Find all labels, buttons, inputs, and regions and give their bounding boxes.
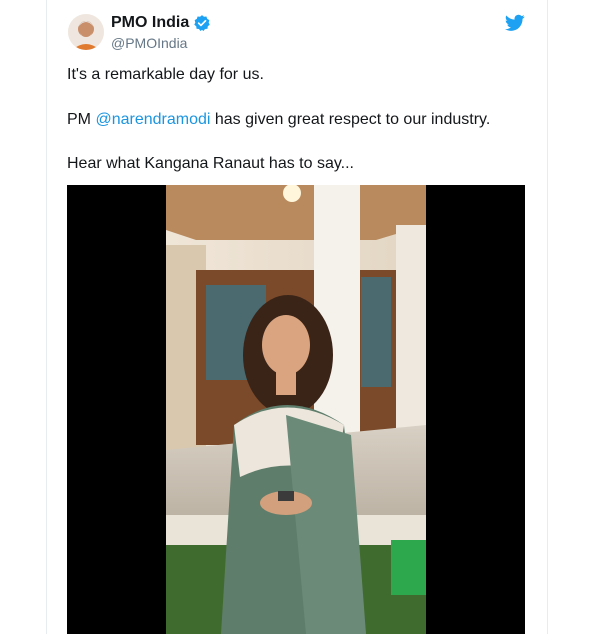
tweet-text-line-2: PM @narendramodi has given great respect… (67, 111, 490, 129)
video-frame (166, 185, 426, 634)
mention-link[interactable]: @narendramodi (95, 111, 210, 128)
account-name-row[interactable]: PMO India (111, 14, 211, 32)
display-name[interactable]: PMO India (111, 14, 189, 32)
tweet-video[interactable] (67, 185, 525, 634)
twitter-bird-icon[interactable] (504, 14, 525, 32)
verified-badge-icon (193, 14, 211, 32)
tweet-text-prefix: PM (67, 111, 96, 128)
account-handle[interactable]: @PMOIndia (111, 35, 187, 51)
profile-avatar[interactable] (68, 14, 104, 50)
tweet-text-suffix: has given great respect to our industry. (210, 111, 491, 128)
tweet-text-line-1: It's a remarkable day for us. (67, 66, 264, 83)
tweet-text-line-3: Hear what Kangana Ranaut has to say... (67, 155, 354, 172)
